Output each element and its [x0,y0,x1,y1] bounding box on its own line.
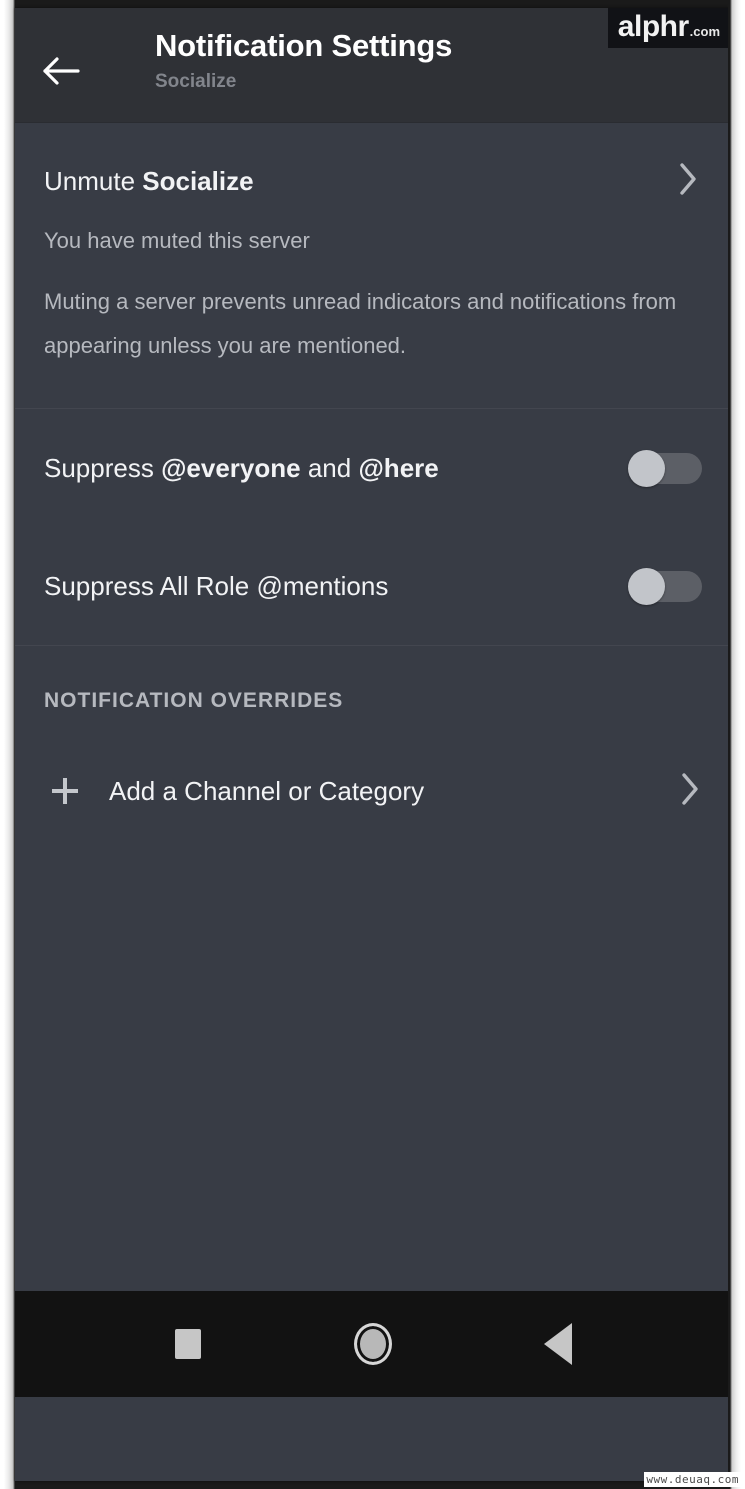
suppress-everyone-here-row[interactable]: Suppress @everyone and @here [15,409,730,527]
chevron-right-icon [678,771,702,812]
suppress-everyone-here-toggle[interactable] [628,450,702,487]
android-navigation-bar [15,1291,730,1397]
arrow-left-icon [40,55,80,87]
back-button[interactable] [32,48,88,94]
alphr-tld-text: .com [689,24,720,39]
alphr-brand-text: alphr [617,10,689,43]
divider-after-suppress [15,645,730,646]
add-channel-or-category-row[interactable]: Add a Channel or Category [15,761,730,821]
mute-description-text: Muting a server prevents unread indicato… [44,289,677,358]
suppress-all-role-mentions-label: Suppress All Role @mentions [44,571,389,601]
unmute-server-row[interactable]: Unmute Socialize [15,152,730,210]
phone-screen: Notification Settings Socialize alphr .c… [15,8,730,1481]
notification-overrides-section: NOTIFICATION OVERRIDES Add a Channel or … [15,688,730,821]
here-mention-text: @here [358,453,439,483]
back-triangle-icon [543,1323,572,1365]
suppress-section: Suppress @everyone and @here Suppress Al… [15,409,730,645]
app-header: Notification Settings Socialize alphr .c… [15,8,730,123]
recents-button[interactable] [143,1314,233,1374]
page-subtitle: Socialize [155,71,237,92]
everyone-mention-text: @everyone [161,453,301,483]
home-button[interactable] [328,1314,418,1374]
suppress-all-role-mentions-toggle[interactable] [628,568,702,605]
screenshot-page: Notification Settings Socialize alphr .c… [0,0,745,1489]
unmute-server-name: Socialize [142,166,254,196]
chevron-right-icon [676,161,700,202]
mute-description-block: You have muted this server Muting a serv… [15,226,730,368]
header-title-group: Notification Settings Socialize [155,26,452,95]
and-conjunction-text: and [300,453,359,483]
alphr-watermark: alphr .com [607,8,730,48]
unmute-prefix-text: Unmute [44,166,143,196]
mute-section-spacer [15,368,730,408]
toggle-knob [628,568,665,605]
suppress-everyone-here-label: Suppress @everyone and @here [44,453,628,483]
mute-section: Unmute Socialize You have muted this ser… [15,152,730,408]
mute-status-text: You have muted this server [44,228,310,253]
suppress-all-role-mentions-row[interactable]: Suppress All Role @mentions [15,527,730,645]
page-title: Notification Settings [155,28,453,63]
empty-space [15,821,730,1291]
suppress-prefix-text: Suppress [44,453,162,483]
home-circle-icon [353,1323,392,1365]
recents-square-icon [174,1329,201,1359]
toggle-knob [628,450,665,487]
notification-overrides-header: NOTIFICATION OVERRIDES [44,689,344,712]
add-channel-or-category-label: Add a Channel or Category [109,776,425,806]
unmute-server-label: Unmute Socialize [44,166,676,196]
deuaq-watermark: www.deuaq.com [644,1472,741,1487]
plus-icon [47,773,91,809]
back-nav-button[interactable] [513,1314,603,1374]
settings-content: Unmute Socialize You have muted this ser… [15,152,730,1291]
